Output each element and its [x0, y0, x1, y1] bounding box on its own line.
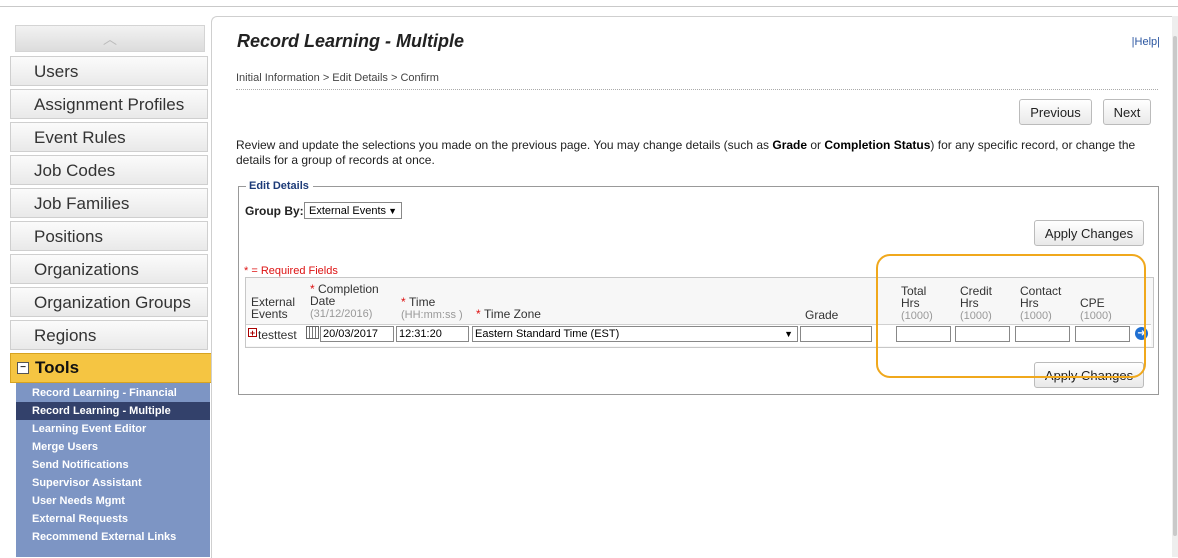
calendar-icon[interactable]: [306, 326, 319, 339]
collapse-button[interactable]: ︿: [15, 25, 205, 52]
tools-item-send-notifications[interactable]: Send Notifications: [16, 456, 210, 474]
time-label: Time: [409, 295, 436, 309]
tools-item-merge-users[interactable]: Merge Users: [16, 438, 210, 456]
tools-label: Tools: [35, 358, 80, 377]
tools-item-user-needs-mgmt[interactable]: User Needs Mgmt: [16, 492, 210, 510]
instructions-status: Completion Status: [824, 138, 931, 152]
instructions-grade: Grade: [772, 138, 808, 152]
sidebar-item-organization-groups[interactable]: Organization Groups: [10, 287, 208, 317]
help-link[interactable]: |Help|: [1132, 36, 1160, 48]
tools-item-learning-event-editor[interactable]: Learning Event Editor: [16, 420, 210, 438]
sidebar-item-organizations[interactable]: Organizations: [10, 254, 208, 284]
required-fields-note: * = Required Fields: [244, 265, 338, 277]
collapse-minus-icon[interactable]: −: [17, 362, 29, 374]
previous-button[interactable]: Previous: [1019, 99, 1092, 125]
time-input[interactable]: 12:31:20: [396, 326, 469, 342]
sidebar-item-regions[interactable]: Regions: [10, 320, 208, 350]
scrollbar[interactable]: [1172, 16, 1178, 557]
col-header-time: * Time (HH:mm:ss ): [401, 295, 463, 321]
dropdown-arrow-icon: ▼: [388, 206, 397, 216]
instructions-or: or: [807, 138, 825, 152]
scrollbar-thumb[interactable]: [1173, 36, 1177, 536]
instructions-text: Review and update the selections you mad…: [236, 138, 1162, 168]
group-by-label: Group By:: [245, 204, 304, 218]
time-hint: (HH:mm:ss ): [401, 309, 463, 321]
sidebar-item-event-rules[interactable]: Event Rules: [10, 122, 208, 152]
col-header-grade: Grade: [805, 308, 839, 322]
window-top-border: [0, 0, 1178, 7]
page-title: Record Learning - Multiple: [237, 31, 465, 51]
completion-date-label: Completion Date: [310, 282, 379, 308]
fieldset-border: [238, 186, 246, 187]
group-by-select[interactable]: External Events ▼: [304, 202, 402, 219]
tools-item-supervisor-assistant[interactable]: Supervisor Assistant: [16, 474, 210, 492]
sidebar-item-users[interactable]: Users: [10, 56, 208, 86]
fieldset-legend: Edit Details: [249, 180, 309, 192]
sidebar-section-tools[interactable]: − Tools: [10, 353, 235, 383]
sidebar: ︿ Users Assignment Profiles Event Rules …: [10, 20, 235, 557]
sidebar-item-positions[interactable]: Positions: [10, 221, 208, 251]
row-event-name: testtest: [258, 328, 297, 342]
dropdown-arrow-icon: ▼: [784, 329, 793, 339]
tools-item-external-requests[interactable]: External Requests: [16, 510, 210, 528]
time-zone-label: Time Zone: [484, 307, 541, 321]
sidebar-item-job-codes[interactable]: Job Codes: [10, 155, 208, 185]
col-header-external-events: External Events: [251, 295, 296, 321]
apply-changes-button-top[interactable]: Apply Changes: [1034, 220, 1144, 246]
instructions-part1: Review and update the selections you mad…: [236, 138, 773, 152]
fieldset-border: [313, 186, 1158, 187]
tools-submenu: Record Learning - Financial Record Learn…: [16, 383, 210, 557]
tools-item-record-learning-multiple[interactable]: Record Learning - Multiple: [16, 402, 210, 420]
tools-item-record-learning-financial[interactable]: Record Learning - Financial: [16, 384, 210, 402]
sidebar-item-job-families[interactable]: Job Families: [10, 188, 208, 218]
breadcrumb: Initial Information > Edit Details > Con…: [236, 72, 439, 84]
tools-item-recommend-external-links[interactable]: Recommend External Links: [16, 528, 210, 546]
col-header-time-zone: * Time Zone: [476, 307, 541, 321]
main-panel: Record Learning - Multiple |Help| Initia…: [211, 16, 1174, 558]
grade-input[interactable]: [800, 326, 872, 342]
col-header-completion-date: * Completion Date (31/12/2016): [310, 282, 379, 320]
expand-plus-icon[interactable]: +: [248, 328, 257, 338]
divider: [236, 89, 1158, 90]
group-by-value: External Events: [309, 205, 387, 217]
chevron-up-icon: ︿: [103, 30, 117, 47]
completion-date-input[interactable]: 20/03/2017: [320, 326, 394, 342]
next-button[interactable]: Next: [1103, 99, 1151, 125]
completion-date-hint: (31/12/2016): [310, 308, 373, 320]
time-zone-select[interactable]: Eastern Standard Time (EST) ▼: [472, 326, 798, 342]
sidebar-item-assignment-profiles[interactable]: Assignment Profiles: [10, 89, 208, 119]
time-zone-value: Eastern Standard Time (EST): [475, 328, 620, 340]
highlight-annotation: [876, 254, 1146, 378]
